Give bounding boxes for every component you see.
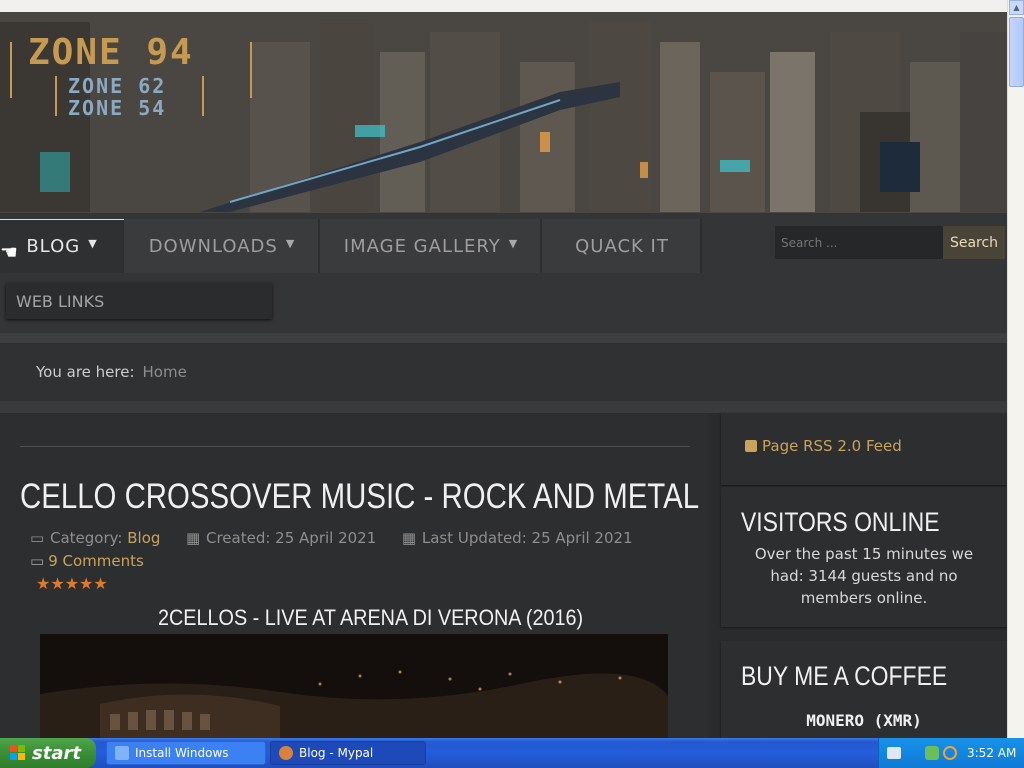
nav-item-blog[interactable]: BLOG ▼: [0, 219, 124, 273]
system-tray: 3:52 AM: [878, 738, 1024, 768]
nav-item-quack-it[interactable]: QUACK IT: [542, 219, 702, 273]
caret-down-icon: ▼: [285, 236, 296, 250]
rss-feed-link[interactable]: Page RSS 2.0 Feed: [745, 437, 902, 455]
windows-flag-icon: [10, 745, 26, 761]
category-label: Category:: [50, 529, 123, 547]
logo-subtitle-1: ZONE 62: [68, 74, 167, 98]
article-meta: ▭ Category: Blog ▦ Created: 25 April 2021 …: [30, 529, 633, 547]
calendar-icon: ▦: [401, 529, 417, 547]
rss-label: Page RSS 2.0 Feed: [762, 437, 902, 455]
nav-item-label: DOWNLOADS: [148, 235, 278, 257]
logo-subtitle-2: ZONE 54: [68, 96, 167, 120]
star-rating[interactable]: ★★★★★: [36, 574, 108, 593]
keyboard-icon[interactable]: [887, 747, 901, 759]
video-title: 2CELLOS - LIVE AT ARENA DI VERONA (2016): [158, 605, 584, 630]
rss-card: Page RSS 2.0 Feed: [721, 413, 1007, 485]
installer-icon: [115, 746, 129, 760]
article-title[interactable]: CELLO CROSSOVER MUSIC - ROCK AND METAL: [20, 477, 699, 517]
header-banner: ZONE 94 ZONE 62 ZONE 54: [0, 12, 1007, 213]
monero-label: MONERO (XMR): [806, 711, 922, 730]
breadcrumb-label: You are here:: [36, 363, 135, 381]
visitors-online-card: VISITORS ONLINE Over the past 15 minutes…: [721, 487, 1007, 627]
site-logo[interactable]: ZONE 94: [28, 32, 194, 73]
web-page: ZONE 94 ZONE 62 ZONE 54 BLOG ▼ DOWNLOADS…: [0, 12, 1007, 738]
vertical-scrollbar[interactable]: ▲: [1007, 0, 1024, 738]
visitors-title: VISITORS ONLINE: [741, 507, 940, 537]
divider: [20, 446, 690, 447]
comments-link[interactable]: ▭ 9 Comments: [30, 552, 144, 570]
nav-item-label: IMAGE GALLERY: [343, 235, 501, 257]
taskbar: start Install Windows Blog - Mypal 3:52 …: [0, 738, 1024, 768]
created-date: Created: 25 April 2021: [206, 529, 377, 547]
taskbar-item-blog-mypal[interactable]: Blog - Mypal: [270, 741, 426, 765]
article-area: CELLO CROSSOVER MUSIC - ROCK AND METAL ▭…: [0, 413, 708, 738]
taskbar-item-install-windows[interactable]: Install Windows: [106, 741, 266, 765]
calendar-icon: ▦: [186, 529, 201, 547]
rss-icon: [745, 440, 757, 452]
caret-down-icon: ▼: [88, 237, 98, 250]
nav-item-downloads[interactable]: DOWNLOADS ▼: [124, 219, 320, 273]
breadcrumb-home-link[interactable]: Home: [143, 363, 187, 381]
comment-icon: ▭: [30, 552, 45, 570]
buy-me-a-coffee-card: BUY ME A COFFEE MONERO (XMR): [721, 641, 1007, 738]
scroll-up-arrow-icon[interactable]: ▲: [1009, 0, 1024, 15]
nav-item-web-links[interactable]: WEB LINKS: [6, 283, 272, 319]
network-icon[interactable]: [925, 746, 939, 760]
search-input[interactable]: [775, 226, 943, 259]
browser-icon: [279, 746, 293, 760]
nav-item-image-gallery[interactable]: IMAGE GALLERY ▼: [320, 219, 542, 273]
search-button[interactable]: Search: [943, 226, 1005, 259]
taskbar-item-label: Install Windows: [135, 746, 229, 760]
visitors-text: Over the past 15 minutes we had: 3144 gu…: [754, 545, 974, 607]
start-label: start: [32, 742, 81, 764]
clock[interactable]: 3:52 AM: [967, 746, 1016, 760]
breadcrumb: You are here: Home: [0, 343, 1007, 401]
nav-item-label: BLOG: [26, 236, 81, 257]
nav-item-label: QUACK IT: [575, 235, 669, 257]
taskbar-item-label: Blog - Mypal: [299, 746, 374, 760]
coffee-title: BUY ME A COFFEE: [741, 661, 948, 691]
comments-count: 9 Comments: [48, 552, 144, 570]
video-thumbnail: [40, 634, 668, 738]
search-icon[interactable]: [943, 746, 957, 760]
hand-cursor-icon: ☚: [0, 240, 18, 264]
video-player[interactable]: [40, 634, 668, 738]
folder-icon: ▭: [30, 529, 45, 547]
caret-down-icon: ▼: [508, 236, 519, 250]
section-divider: [0, 401, 1007, 413]
start-button[interactable]: start: [0, 738, 96, 768]
updated-date: Last Updated: 25 April 2021: [421, 529, 633, 547]
scroll-thumb[interactable]: [1009, 17, 1024, 87]
main-navigation: BLOG ▼ DOWNLOADS ▼ IMAGE GALLERY ▼ QUACK…: [0, 213, 1007, 343]
category-link[interactable]: Blog: [127, 529, 160, 547]
